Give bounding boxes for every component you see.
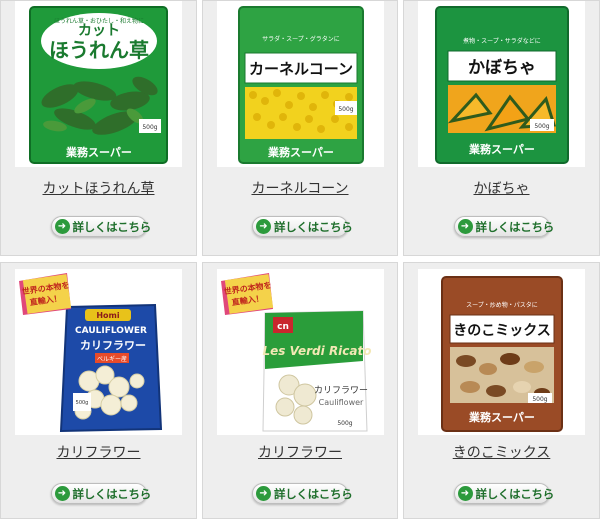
product-card-spinach: カット ほうれん草 ほうれん草・おひたし・和え物に 500g 業務スーパー カッ… (0, 0, 197, 256)
corn-pkg-tagline: サラダ・スープ・グラタンに (262, 35, 340, 43)
product-card-mushroom-mix: スープ・炒め物・パスタに きのこミックス 500g 業務スーパー きのこミックス… (403, 262, 600, 519)
details-button-label: 詳しくはこちら (72, 486, 152, 501)
verdi-weight: 500g (337, 420, 352, 427)
homi-logo: Homi (96, 311, 120, 320)
product-name-cauliflower-homi[interactable]: カリフラワー (1, 442, 196, 462)
arrow-right-icon: ➜ (457, 219, 473, 234)
details-button-label: 詳しくはこちら (72, 219, 152, 234)
details-button-label: 詳しくはこちら (475, 486, 555, 501)
product-image-cauliflower-verdi[interactable]: cn Les Verdi Ricato カリフラワー Cauliflower 5… (217, 269, 384, 435)
import-badge: 世界の本物を 直輸入！ (221, 273, 274, 315)
cn-logo: cn (277, 322, 289, 332)
mushroom-pkg-weight: 500g (532, 396, 547, 403)
arrow-right-icon: ➜ (457, 486, 473, 501)
product-image-cauliflower-homi[interactable]: Homi CAULIFLOWER カリフラワー ベルギー産 500g 世界の本物… (15, 269, 182, 435)
cauliflower-en-text: CAULIFLOWER (75, 326, 147, 336)
cauliflower-homi-weight: 500g (76, 400, 89, 406)
spinach-package-image: カット ほうれん草 ほうれん草・おひたし・和え物に 500g 業務スーパー (29, 6, 168, 164)
pumpkin-pkg-title: かぼちゃ (468, 58, 536, 78)
verdi-script-text: Les Verdi Ricato (262, 344, 371, 358)
product-image-spinach[interactable]: カット ほうれん草 ほうれん草・おひたし・和え物に 500g 業務スーパー (15, 1, 182, 167)
spinach-pkg-title1: カット (78, 23, 120, 39)
cauliflower-jp-title: カリフラワー (80, 339, 146, 352)
details-button-label: 詳しくはこちら (274, 219, 353, 234)
product-card-corn: カーネルコーン サラダ・スープ・グラタンに 500g 業務スーパー カーネルコー… (202, 0, 398, 256)
product-image-corn[interactable]: カーネルコーン サラダ・スープ・グラタンに 500g 業務スーパー (217, 1, 384, 167)
spinach-pkg-brand: 業務スーパー (65, 145, 132, 159)
details-button-mushroom-mix[interactable]: ➜ 詳しくはこちら (453, 483, 554, 504)
details-button-spinach[interactable]: ➜ 詳しくはこちら (50, 216, 151, 237)
mushroom-pkg-tagline: スープ・炒め物・パスタに (466, 301, 538, 309)
mushroom-package-image: スープ・炒め物・パスタに きのこミックス 500g 業務スーパー (441, 276, 563, 432)
import-badge: 世界の本物を 直輸入！ (19, 273, 72, 315)
cauliflower-origin: ベルギー産 (97, 355, 127, 363)
product-card-cauliflower-verdi: cn Les Verdi Ricato カリフラワー Cauliflower 5… (202, 262, 398, 519)
pumpkin-package-image: 煮物・スープ・サラダなどに かぼちゃ 500g 業務スーパー (435, 6, 569, 164)
spinach-pkg-weight: 500g (142, 124, 157, 131)
corn-package-image: カーネルコーン サラダ・スープ・グラタンに 500g 業務スーパー (238, 6, 364, 164)
corn-pkg-brand: 業務スーパー (267, 145, 334, 159)
details-button-cauliflower-verdi[interactable]: ➜ 詳しくはこちら (252, 483, 353, 504)
product-card-pumpkin: 煮物・スープ・サラダなどに かぼちゃ 500g 業務スーパー かぼちゃ ➜ 詳し… (403, 0, 600, 256)
verdi-jp-title: カリフラワー (314, 385, 368, 396)
cauliflower-verdi-package-image: cn Les Verdi Ricato カリフラワー Cauliflower 5… (221, 273, 372, 432)
arrow-right-icon: ➜ (256, 219, 271, 234)
mushroom-pkg-brand: 業務スーパー (468, 410, 535, 424)
arrow-right-icon: ➜ (54, 486, 70, 501)
mushroom-pkg-title: きのこミックス (453, 323, 551, 339)
cauliflower-homi-package-image: Homi CAULIFLOWER カリフラワー ベルギー産 500g 世界の本物… (19, 273, 163, 433)
arrow-right-icon: ➜ (256, 486, 271, 501)
product-name-pumpkin[interactable]: かぼちゃ (404, 178, 599, 198)
details-button-pumpkin[interactable]: ➜ 詳しくはこちら (453, 216, 554, 237)
details-button-corn[interactable]: ➜ 詳しくはこちら (252, 216, 353, 237)
verdi-en-text: Cauliflower (319, 398, 364, 407)
details-button-cauliflower-homi[interactable]: ➜ 詳しくはこちら (50, 483, 151, 504)
pumpkin-pkg-brand: 業務スーパー (468, 142, 535, 156)
pumpkin-pkg-weight: 500g (534, 123, 549, 130)
product-name-corn[interactable]: カーネルコーン (203, 178, 397, 198)
product-image-pumpkin[interactable]: 煮物・スープ・サラダなどに かぼちゃ 500g 業務スーパー (418, 1, 585, 167)
spinach-pkg-tagline: ほうれん草・おひたし・和え物に (54, 17, 144, 25)
pumpkin-pkg-tagline: 煮物・スープ・サラダなどに (463, 37, 541, 45)
corn-pkg-title: カーネルコーン (249, 60, 353, 78)
product-grid: カット ほうれん草 ほうれん草・おひたし・和え物に 500g 業務スーパー カッ… (0, 0, 600, 519)
product-name-spinach[interactable]: カットほうれん草 (1, 178, 196, 198)
product-image-mushroom-mix[interactable]: スープ・炒め物・パスタに きのこミックス 500g 業務スーパー (418, 269, 585, 435)
product-name-mushroom-mix[interactable]: きのこミックス (404, 442, 599, 462)
product-name-cauliflower-verdi[interactable]: カリフラワー (203, 442, 397, 462)
details-button-label: 詳しくはこちら (475, 219, 555, 234)
arrow-right-icon: ➜ (54, 219, 70, 234)
spinach-pkg-title2: ほうれん草 (49, 38, 149, 62)
corn-pkg-weight: 500g (338, 106, 353, 113)
details-button-label: 詳しくはこちら (274, 486, 353, 501)
product-card-cauliflower-homi: Homi CAULIFLOWER カリフラワー ベルギー産 500g 世界の本物… (0, 262, 197, 519)
